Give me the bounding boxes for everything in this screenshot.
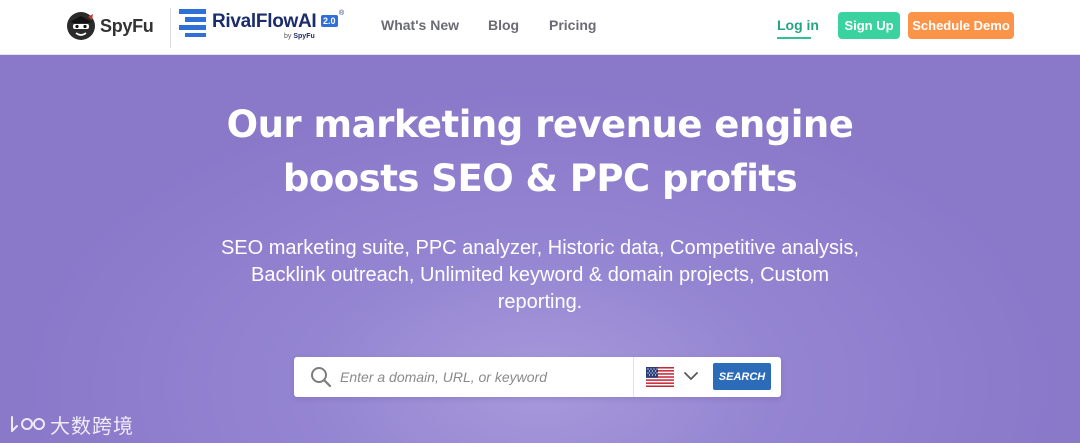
trademark-icon: ® <box>339 10 345 17</box>
search-icon <box>311 367 332 388</box>
search-bar: SEARCH <box>294 357 781 397</box>
rivalflow-version-badge: 2.0 <box>321 15 338 27</box>
hero-subtitle-line-1: SEO marketing suite, PPC analyzer, Histo… <box>220 237 860 259</box>
watermark-logo-icon <box>11 416 45 432</box>
sign-up-button[interactable]: Sign Up <box>838 12 900 39</box>
hero-title-line-1: Our marketing revenue engine <box>226 103 854 146</box>
spyfu-logo[interactable]: SpyFu <box>66 10 154 42</box>
nav-blog[interactable]: Blog <box>488 17 519 33</box>
rivalflow-logo-text: RivalFlowAI <box>212 11 317 32</box>
hero-subtitle-line-3: reporting. <box>497 291 583 313</box>
country-select[interactable] <box>634 357 706 397</box>
hero-title-line-2: boosts SEO & PPC profits <box>282 157 798 200</box>
nav-pricing[interactable]: Pricing <box>549 17 596 33</box>
login-link[interactable]: Log in <box>777 17 819 33</box>
us-flag-icon <box>646 367 674 387</box>
logo-divider <box>170 8 171 48</box>
hero-title: Our marketing revenue engine boosts SEO … <box>190 98 890 206</box>
search-button[interactable]: SEARCH <box>713 363 771 390</box>
watermark-text: 大数跨境 <box>50 413 134 438</box>
search-input[interactable] <box>340 364 622 390</box>
spyfu-spy-icon <box>67 12 95 40</box>
watermark: 大数跨境 <box>8 412 134 438</box>
hero-subtitle-line-2: Backlink outreach, Unlimited keyword & d… <box>250 264 830 286</box>
nav-whats-new[interactable]: What's New <box>381 17 459 33</box>
rivalflow-byline: by SpyFu <box>284 33 315 40</box>
hero-subtitle: SEO marketing suite, PPC analyzer, Histo… <box>180 235 900 316</box>
spyfu-logo-text: SpyFu <box>100 15 154 36</box>
byline-brand: SpyFu <box>293 33 315 40</box>
top-nav-bar: SpyFu RivalFlowAI 2.0 ® by SpyFu What's … <box>0 0 1080 55</box>
login-underline <box>777 37 811 39</box>
schedule-demo-button[interactable]: Schedule Demo <box>908 12 1014 39</box>
byline-prefix: by <box>284 33 292 40</box>
rivalflow-stripes-icon <box>179 9 206 37</box>
chevron-down-icon <box>684 372 698 381</box>
